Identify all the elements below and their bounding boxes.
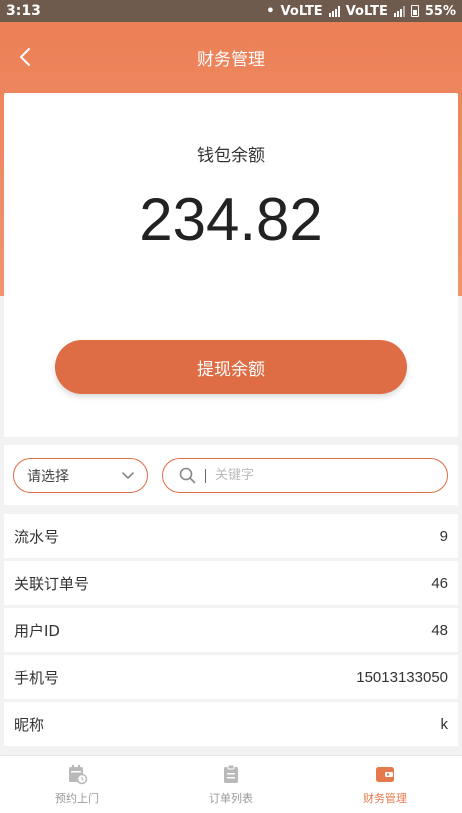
detail-value: 48 xyxy=(431,621,448,639)
detail-label: 手机号 xyxy=(14,668,60,687)
detail-row-user-id: 用户ID 48 xyxy=(4,608,458,652)
wallet-balance-label: 钱包余额 xyxy=(197,146,265,166)
signal-icon-2 xyxy=(393,5,405,17)
tab-label: 财务管理 xyxy=(363,792,407,805)
filter-bar: 请选择 xyxy=(4,445,458,505)
detail-value: 15013133050 xyxy=(356,668,448,686)
wallet-balance-amount: 234.82 xyxy=(139,186,323,253)
detail-row-serial: 流水号 9 xyxy=(4,514,458,558)
volte-label-2: VoLTE xyxy=(345,3,388,19)
chevron-down-icon xyxy=(122,472,134,479)
detail-label: 昵称 xyxy=(14,715,45,734)
detail-row-phone: 手机号 15013133050 xyxy=(4,655,458,699)
clipboard-icon xyxy=(224,764,238,783)
notification-dot-icon: • xyxy=(266,3,275,19)
status-icons: • VoLTE VoLTE 55% xyxy=(266,4,456,19)
tab-label: 预约上门 xyxy=(55,792,99,805)
search-input[interactable] xyxy=(215,468,415,483)
calendar-icon xyxy=(69,765,88,785)
signal-icon xyxy=(328,5,340,17)
tab-appointment[interactable]: 预约上门 xyxy=(0,756,154,813)
back-button[interactable] xyxy=(0,22,50,92)
tab-label: 订单列表 xyxy=(209,792,253,805)
status-bar: 3:13 • VoLTE VoLTE 55% xyxy=(0,0,462,22)
detail-label: 用户ID xyxy=(14,621,60,640)
tab-finance[interactable]: 财务管理 xyxy=(308,756,462,813)
type-select-value: 请选择 xyxy=(27,468,69,485)
withdraw-button[interactable]: 提现余额 xyxy=(55,340,407,394)
detail-row-nickname: 昵称 k xyxy=(4,702,458,746)
battery-icon xyxy=(410,5,419,17)
wallet-icon xyxy=(376,767,394,782)
tab-order-list[interactable]: 订单列表 xyxy=(154,756,308,813)
volte-label-1: VoLTE xyxy=(280,3,323,19)
wallet-card: 钱包余额 234.82 提现余额 xyxy=(4,93,458,437)
page-title: 财务管理 xyxy=(197,49,265,70)
battery-percent: 55% xyxy=(424,3,456,19)
chevron-left-icon xyxy=(20,48,30,66)
detail-label: 关联订单号 xyxy=(14,574,90,593)
detail-value: 9 xyxy=(439,527,448,545)
detail-row-order: 关联订单号 46 xyxy=(4,561,458,605)
detail-value: k xyxy=(440,715,449,733)
search-box[interactable] xyxy=(162,458,448,493)
search-icon xyxy=(179,467,196,484)
detail-label: 流水号 xyxy=(14,527,60,546)
status-time: 3:13 xyxy=(6,3,41,19)
text-cursor xyxy=(205,468,206,483)
nav-bar: 财务管理 xyxy=(0,22,462,92)
type-select[interactable]: 请选择 xyxy=(13,458,148,493)
detail-value: 46 xyxy=(431,574,448,592)
bottom-tab-bar: 预约上门 订单列表 财务管理 xyxy=(0,755,462,813)
detail-list: 流水号 9 关联订单号 46 用户ID 48 手机号 15013133050 昵… xyxy=(4,514,458,749)
